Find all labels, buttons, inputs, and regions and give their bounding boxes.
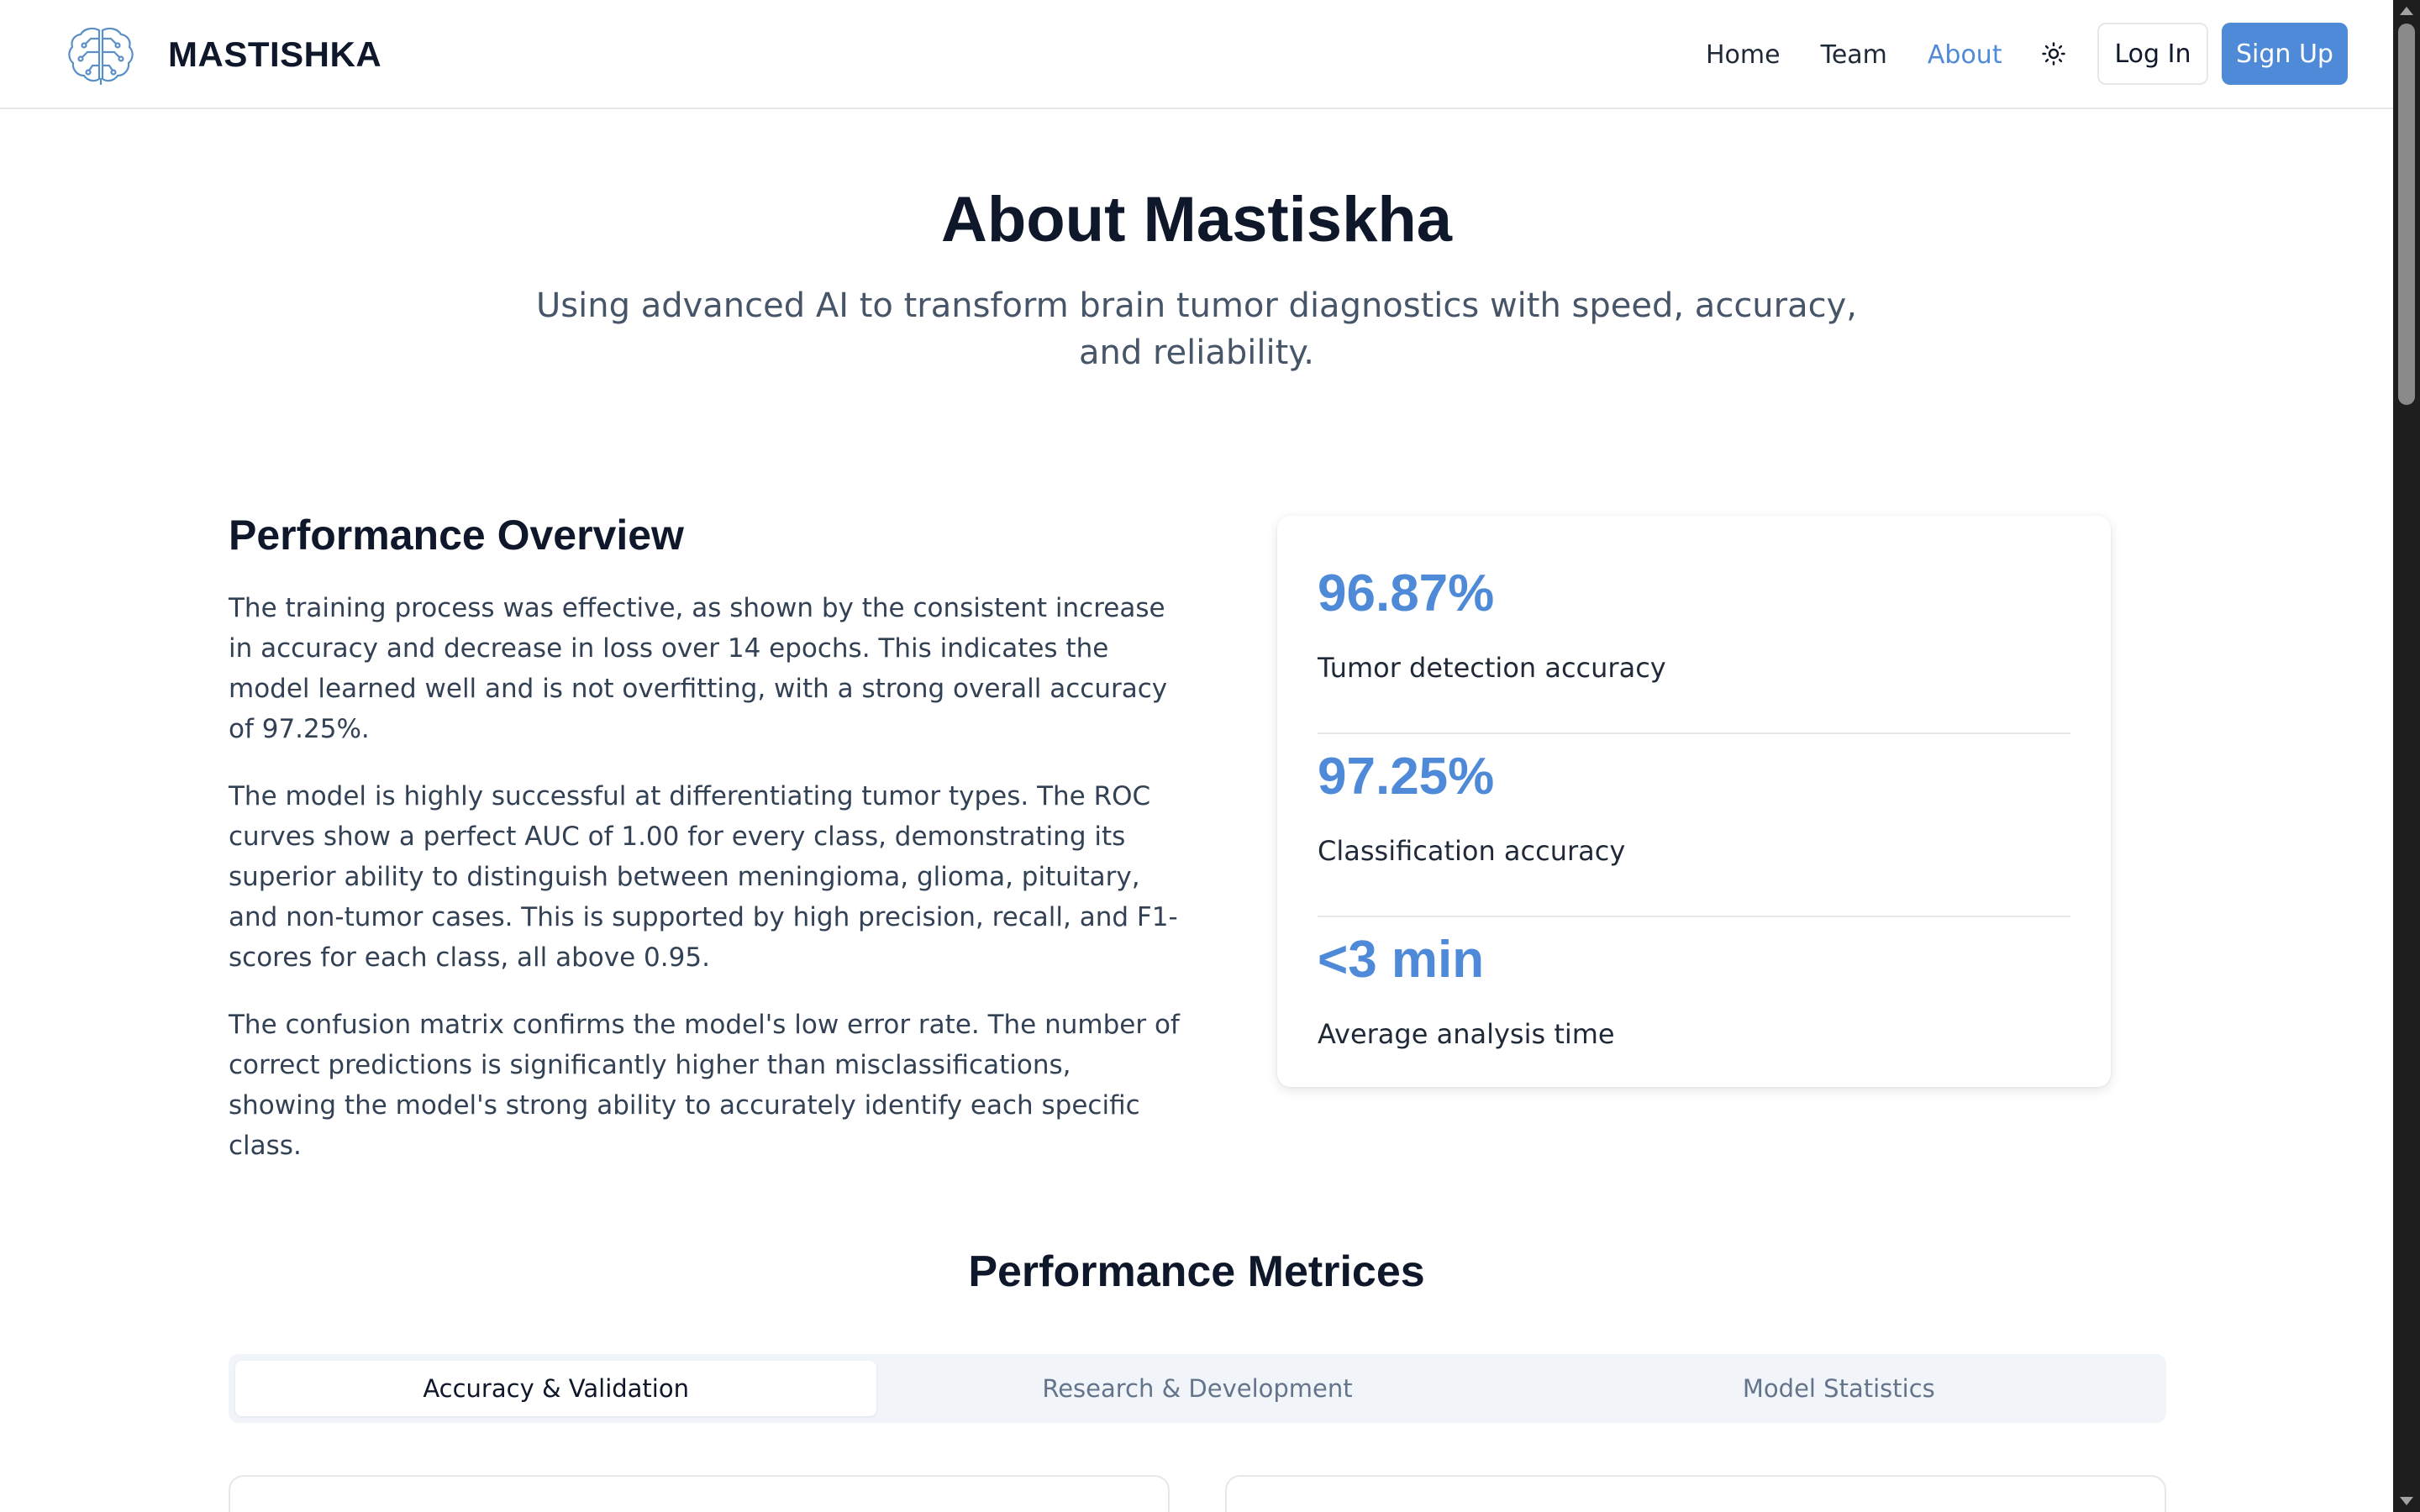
brand-name: MASTISHKA [168,34,382,74]
stat-value: 96.87% [1318,564,1495,622]
overview-paragraph: The model is highly successful at differ… [229,781,1178,973]
stat-label: Tumor detection accuracy [1318,652,1666,684]
stat-item: 97.25% Classification accuracy [1318,734,2070,917]
page: MASTISHKA Home Team About Log In Sign Up… [0,0,2393,1512]
stats-card: 96.87% Tumor detection accuracy 97.25% C… [1277,516,2111,1087]
navbar: MASTISHKA Home Team About Log In Sign Up [0,0,2393,109]
nav-home-link[interactable]: Home [1706,40,1781,70]
theme-toggle-button[interactable] [2033,32,2074,76]
stat-value: <3 min [1318,931,1485,989]
tab-research-development[interactable]: Research & Development [876,1361,1518,1416]
login-button[interactable]: Log In [2097,23,2208,85]
overview-text: The training process was effective, as s… [229,588,1186,1193]
tab-accuracy-validation[interactable]: Accuracy & Validation [235,1361,877,1416]
overview-paragraph: The confusion matrix confirms the model'… [229,1010,1180,1161]
brain-circuit-icon [68,27,134,86]
stat-label: Average analysis time [1318,1018,1615,1050]
metrics-tabs: Accuracy & Validation Research & Develop… [229,1354,2166,1423]
metrics-title: Performance Metrices [968,1247,1425,1296]
overview-title: Performance Overview [229,512,684,559]
metrics-panel-right [1225,1475,2166,1512]
stat-item: 96.87% Tumor detection accuracy [1318,551,2070,734]
page-scrollbar[interactable] [2393,0,2420,1512]
metrics-panel-left [229,1475,1170,1512]
nav-team-link[interactable]: Team [1821,40,1887,70]
sun-icon [2042,42,2065,66]
signup-button[interactable]: Sign Up [2222,23,2348,85]
page-title: About Mastiskha [940,184,1453,255]
stat-value: 97.25% [1318,748,1495,806]
tab-model-statistics[interactable]: Model Statistics [1518,1361,2160,1416]
scroll-up-arrow-icon[interactable] [2400,7,2413,15]
brand[interactable]: MASTISHKA [66,24,381,86]
stat-item: <3 min Average analysis time [1318,917,2070,1100]
scroll-down-arrow-icon[interactable] [2400,1497,2413,1505]
overview-paragraph: The training process was effective, as s… [229,593,1168,744]
page-subtitle: Using advanced AI to transform brain tum… [536,286,1857,372]
stat-label: Classification accuracy [1318,835,1626,867]
scrollbar-thumb[interactable] [2398,24,2415,405]
nav-about-link[interactable]: About [1928,40,2002,70]
main-nav: Home Team About [1706,34,2043,76]
